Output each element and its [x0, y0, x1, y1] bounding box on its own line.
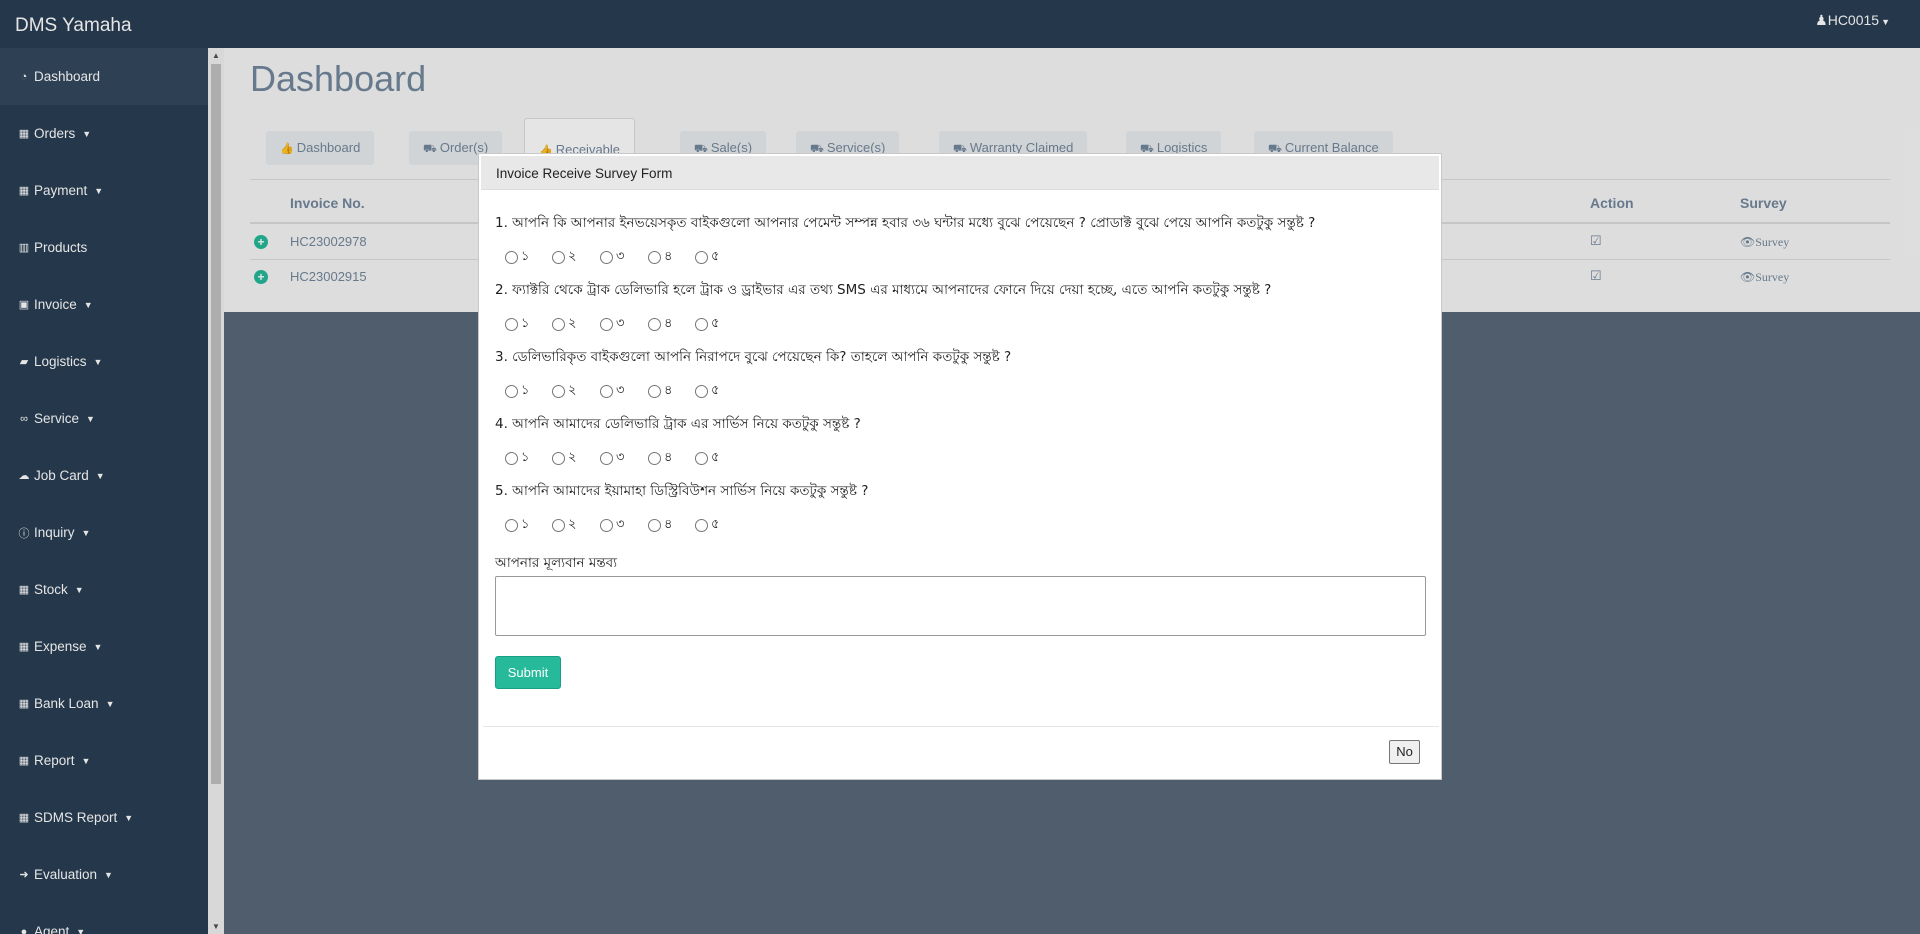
radio-button[interactable]	[695, 251, 708, 264]
rating-option-label: ৩	[616, 248, 625, 263]
radio-button[interactable]	[695, 452, 708, 465]
rating-option-3[interactable]: ৩	[600, 381, 624, 402]
rating-option-4[interactable]: ৪	[648, 247, 672, 268]
rating-option-2[interactable]: ২	[552, 381, 576, 402]
rating-option-3[interactable]: ৩	[600, 448, 624, 469]
rating-option-label: ২	[568, 449, 577, 464]
radio-button[interactable]	[600, 452, 613, 465]
rating-option-5[interactable]: ৫	[695, 381, 719, 402]
rating-option-1[interactable]: ১	[505, 515, 529, 536]
radio-button[interactable]	[695, 318, 708, 331]
rating-option-label: ৫	[711, 516, 720, 531]
survey-modal: Invoice Receive Survey Form 1. আপনি কি আ…	[478, 153, 1442, 780]
rating-option-label: ৫	[711, 382, 720, 397]
radio-button[interactable]	[600, 251, 613, 264]
rating-option-5[interactable]: ৫	[695, 515, 719, 536]
rating-option-5[interactable]: ৫	[695, 247, 719, 268]
rating-option-label: ৫	[711, 315, 720, 330]
comment-textarea[interactable]	[495, 576, 1426, 636]
modal-footer-divider	[483, 726, 1439, 727]
rating-option-5[interactable]: ৫	[695, 448, 719, 469]
radio-button[interactable]	[648, 318, 661, 331]
rating-option-label: ২	[568, 248, 577, 263]
comment-label: আপনার মূল্যবান মন্তব্য	[495, 555, 618, 571]
radio-button[interactable]	[552, 318, 565, 331]
radio-button[interactable]	[695, 519, 708, 532]
radio-button[interactable]	[552, 452, 565, 465]
rating-option-1[interactable]: ১	[505, 381, 529, 402]
radio-button[interactable]	[505, 519, 518, 532]
rating-option-2[interactable]: ২	[552, 247, 576, 268]
radio-button[interactable]	[552, 385, 565, 398]
survey-question-5: 5. আপনি আমাদের ইয়ামাহা ডিস্ট্রিবিউশন সা…	[495, 483, 869, 499]
rating-option-label: ১	[521, 315, 530, 330]
radio-button[interactable]	[552, 251, 565, 264]
rating-option-3[interactable]: ৩	[600, 515, 624, 536]
rating-option-label: ৪	[664, 449, 673, 464]
radio-button[interactable]	[648, 452, 661, 465]
rating-option-1[interactable]: ১	[505, 448, 529, 469]
rating-option-label: ৫	[711, 449, 720, 464]
rating-option-label: ৩	[616, 315, 625, 330]
rating-option-label: ৪	[664, 516, 673, 531]
rating-option-2[interactable]: ২	[552, 314, 576, 335]
modal-header: Invoice Receive Survey Form	[481, 156, 1439, 190]
rating-option-3[interactable]: ৩	[600, 247, 624, 268]
rating-option-label: ৪	[664, 315, 673, 330]
rating-option-1[interactable]: ১	[505, 247, 529, 268]
rating-option-label: ৩	[616, 449, 625, 464]
radio-button[interactable]	[695, 385, 708, 398]
radio-button[interactable]	[505, 251, 518, 264]
radio-button[interactable]	[505, 318, 518, 331]
rating-option-5[interactable]: ৫	[695, 314, 719, 335]
radio-button[interactable]	[552, 519, 565, 532]
radio-button[interactable]	[648, 519, 661, 532]
rating-option-4[interactable]: ৪	[648, 448, 672, 469]
radio-button[interactable]	[505, 385, 518, 398]
radio-button[interactable]	[600, 318, 613, 331]
rating-option-label: ১	[521, 449, 530, 464]
rating-option-label: ২	[568, 516, 577, 531]
rating-option-label: ১	[521, 382, 530, 397]
survey-question-4: 4. আপনি আমাদের ডেলিভারি ট্রাক এর সার্ভিস…	[495, 416, 861, 432]
rating-option-label: ২	[568, 315, 577, 330]
rating-option-2[interactable]: ২	[552, 448, 576, 469]
rating-option-label: ৩	[616, 382, 625, 397]
rating-option-4[interactable]: ৪	[648, 515, 672, 536]
no-button[interactable]: No	[1389, 740, 1420, 764]
rating-option-label: ৪	[664, 382, 673, 397]
rating-option-label: ৫	[711, 248, 720, 263]
rating-option-label: ৪	[664, 248, 673, 263]
radio-button[interactable]	[505, 452, 518, 465]
radio-button[interactable]	[648, 385, 661, 398]
rating-option-label: ১	[521, 248, 530, 263]
rating-option-2[interactable]: ২	[552, 515, 576, 536]
submit-button[interactable]: Submit	[495, 656, 561, 689]
survey-question-3: 3. ডেলিভারিকৃত বাইকগুলো আপনি নিরাপদে বুঝ…	[495, 349, 1012, 365]
rating-option-4[interactable]: ৪	[648, 314, 672, 335]
survey-question-1: 1. আপনি কি আপনার ইনভয়েসকৃত বাইকগুলো আপন…	[495, 215, 1316, 231]
rating-option-label: ১	[521, 516, 530, 531]
rating-option-3[interactable]: ৩	[600, 314, 624, 335]
radio-button[interactable]	[600, 519, 613, 532]
radio-button[interactable]	[600, 385, 613, 398]
rating-option-label: ৩	[616, 516, 625, 531]
survey-question-2: 2. ফ্যাক্টরি থেকে ট্রাক ডেলিভারি হলে ট্র…	[495, 282, 1272, 298]
radio-button[interactable]	[648, 251, 661, 264]
modal-title: Invoice Receive Survey Form	[496, 166, 673, 181]
rating-option-4[interactable]: ৪	[648, 381, 672, 402]
rating-option-1[interactable]: ১	[505, 314, 529, 335]
rating-option-label: ২	[568, 382, 577, 397]
